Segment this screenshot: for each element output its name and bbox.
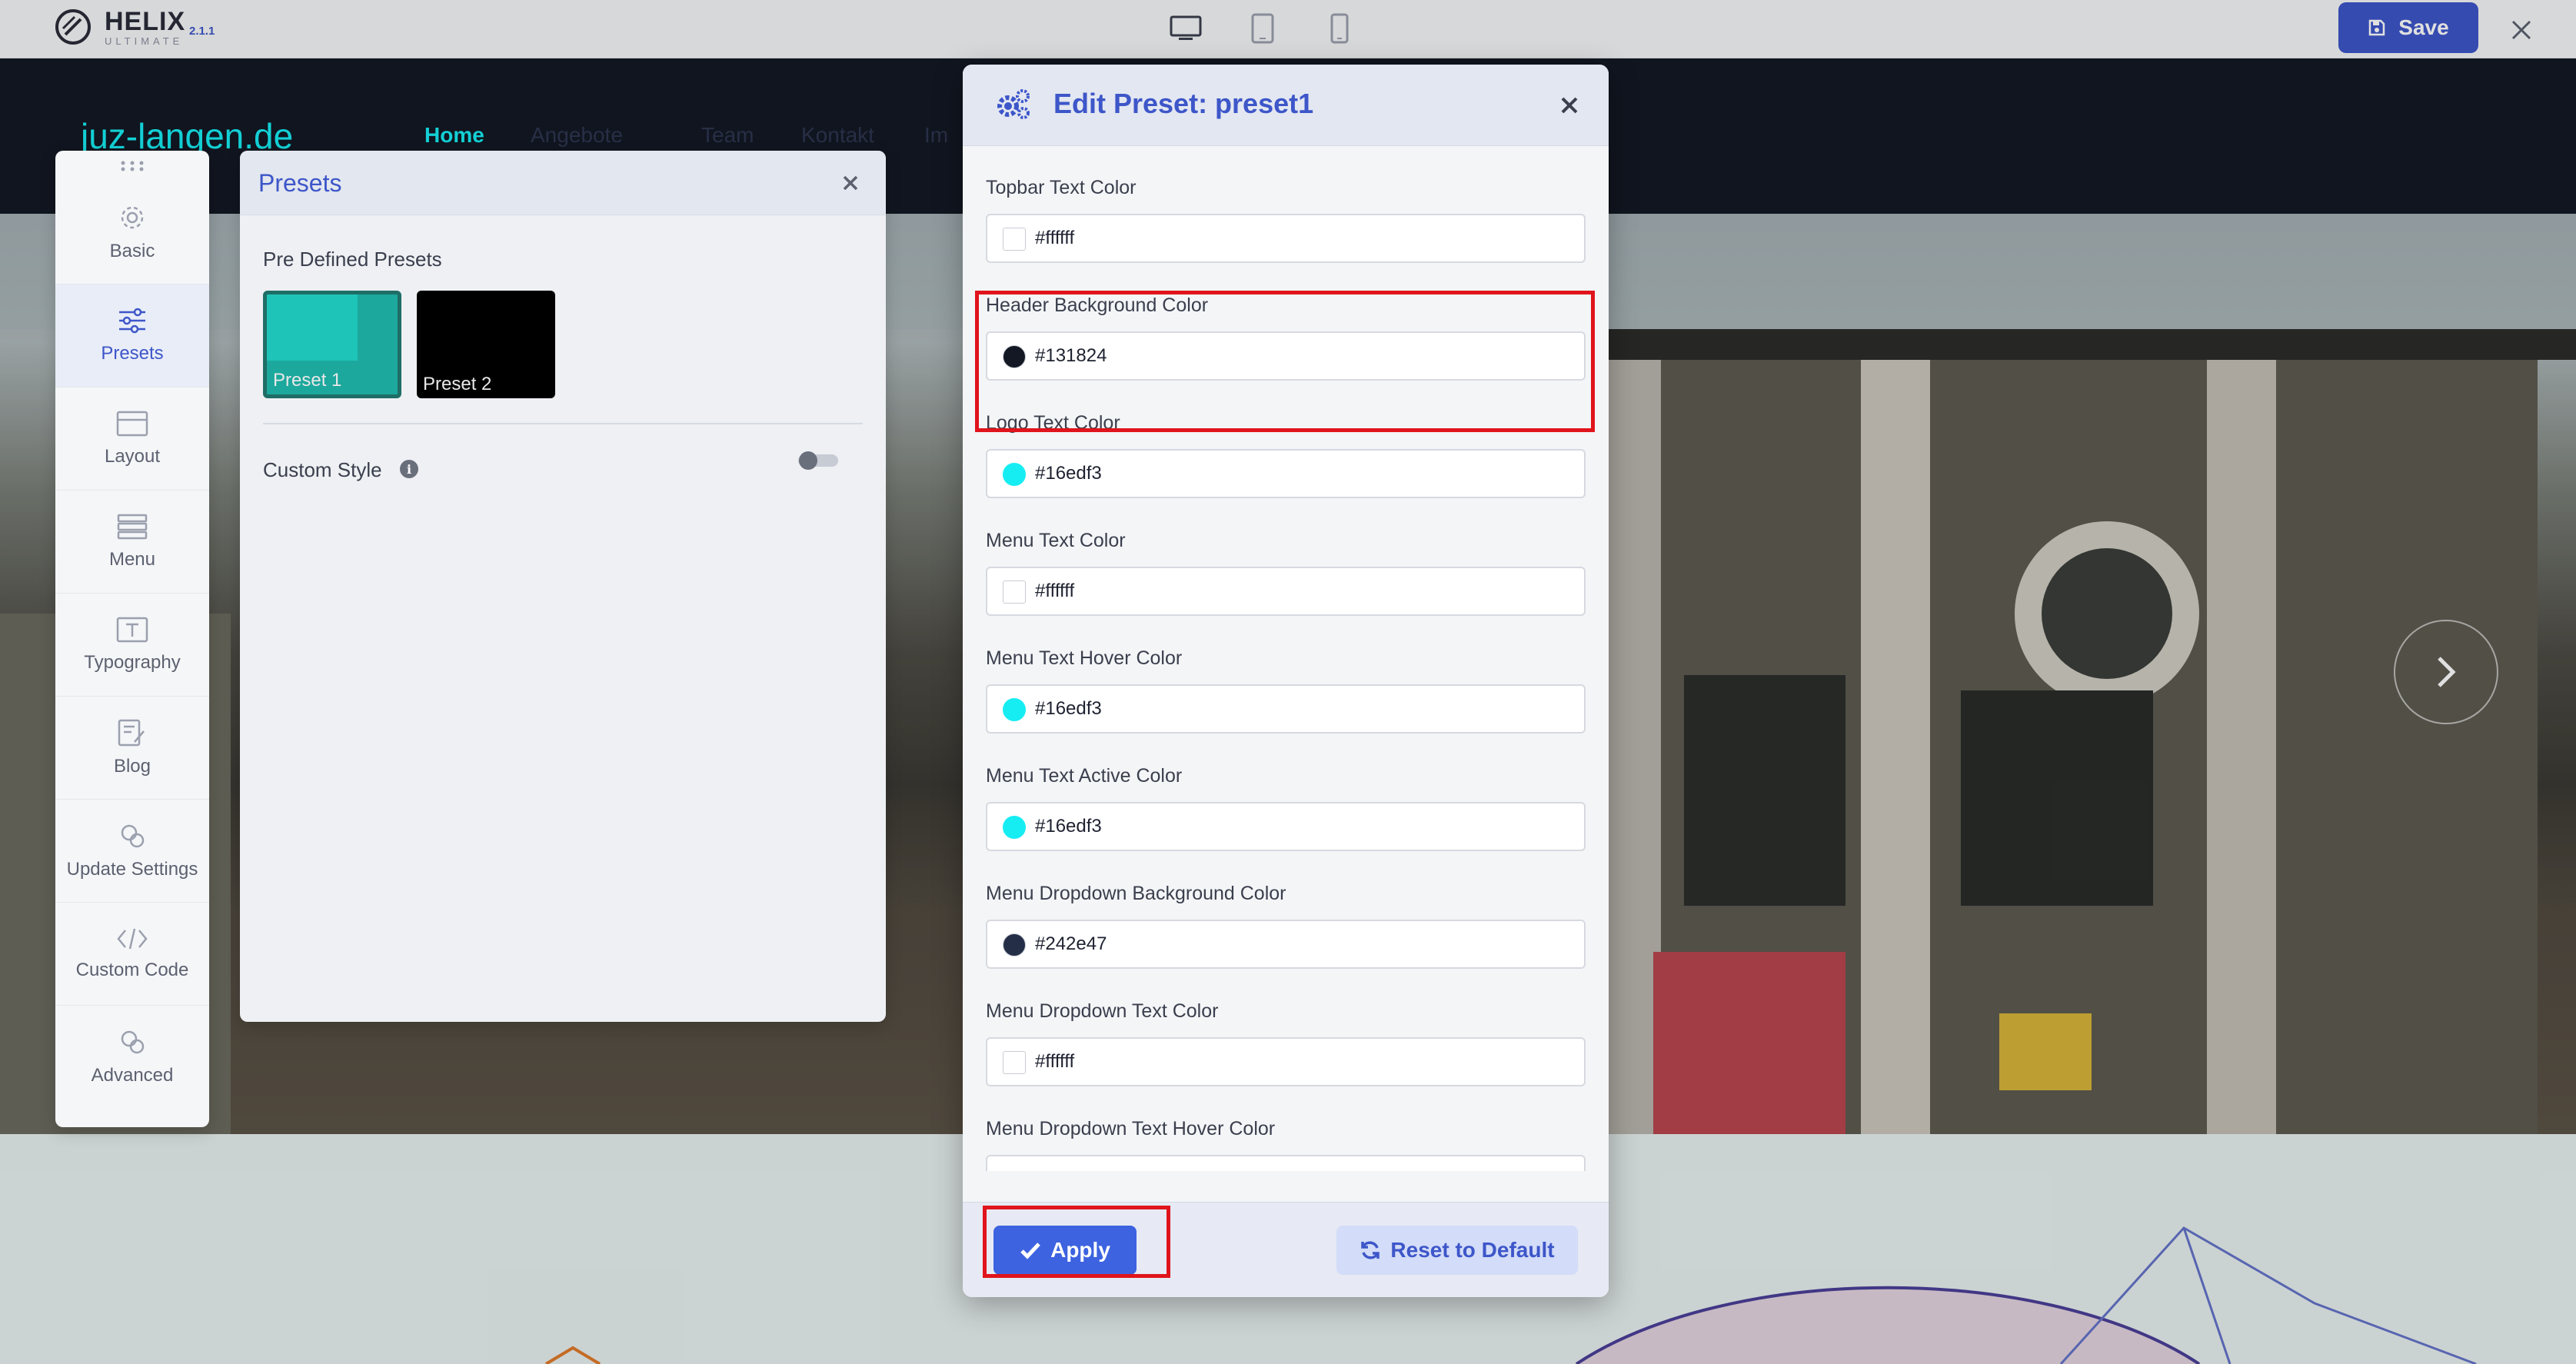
close-icon (842, 175, 859, 191)
presets-divider (263, 423, 863, 424)
sidebar-item-layout[interactable]: Layout (55, 388, 209, 491)
color-value: #16edf3 (1035, 698, 1102, 719)
topbar-text-color-label: Topbar Text Color (986, 177, 1137, 198)
sidebar-item-basic[interactable]: Basic (55, 181, 209, 284)
presets-panel-title: Presets (258, 169, 342, 197)
modal-title: Edit Preset: preset1 (1053, 88, 1314, 119)
advanced-icon (118, 1028, 146, 1056)
gear-icon (118, 204, 146, 231)
color-value: #242e47 (1035, 933, 1107, 954)
color-value: #16edf3 (1035, 463, 1102, 484)
preset-1-thumbnail[interactable]: Preset 1 (263, 291, 401, 398)
sidebar-item-label: Presets (101, 342, 164, 364)
highlight-box-apply (983, 1206, 1170, 1278)
preset-1-color-block (267, 294, 358, 361)
custom-style-label: Custom Style (263, 458, 382, 481)
sidebar-item-label: Blog (113, 755, 151, 777)
color-value: #16edf3 (1035, 816, 1102, 837)
menu-dropdown-text-color-input[interactable]: #ffffff (986, 1037, 1586, 1086)
update-settings-icon (118, 822, 146, 850)
sidebar-item-label: Menu (108, 548, 156, 570)
preset-1-label: Preset 1 (273, 370, 342, 391)
drag-dots-icon (119, 161, 145, 171)
highlight-box-header-background (975, 291, 1595, 432)
menu-dropdown-text-color-label: Menu Dropdown Text Color (986, 1000, 1219, 1022)
sidebar-item-label: Advanced (91, 1065, 174, 1086)
color-swatch[interactable] (1003, 816, 1026, 839)
logo-text-color-input[interactable]: #16edf3 (986, 449, 1586, 498)
sidebar-item-label: Custom Code (75, 959, 189, 980)
close-icon (1560, 96, 1579, 115)
sidebar-item-presets[interactable]: Presets (55, 284, 209, 388)
sidebar-item-label: Layout (104, 445, 161, 467)
menu-dropdown-background-color-label: Menu Dropdown Background Color (986, 883, 1286, 904)
info-icon[interactable]: i (400, 460, 418, 478)
color-value: #ffffff (1035, 1051, 1075, 1072)
menu-text-hover-color-label: Menu Text Hover Color (986, 647, 1183, 669)
typography-icon (116, 617, 148, 643)
sidebar-item-update-settings[interactable]: Update Settings (55, 800, 209, 903)
menu-dropdown-text-hover-color-input[interactable] (986, 1155, 1586, 1171)
color-value: #ffffff (1035, 581, 1075, 601)
color-swatch[interactable] (1003, 933, 1026, 956)
sidebar-item-blog[interactable]: Blog (55, 697, 209, 800)
layout-icon (116, 411, 148, 437)
drag-handle[interactable] (55, 151, 209, 181)
sidebar-item-label: Basic (109, 240, 155, 261)
custom-style-toggle[interactable] (795, 447, 841, 474)
modal-header: Edit Preset: preset1 (963, 65, 1609, 146)
menu-dropdown-text-hover-color-label: Menu Dropdown Text Hover Color (986, 1118, 1276, 1139)
color-swatch[interactable] (1003, 228, 1026, 251)
menu-text-active-color-label: Menu Text Active Color (986, 765, 1183, 787)
blog-icon (118, 719, 147, 747)
refresh-icon (1360, 1239, 1381, 1261)
sidebar-item-menu[interactable]: Menu (55, 491, 209, 594)
menu-dropdown-background-color-input[interactable]: #242e47 (986, 920, 1586, 969)
sidebar-item-advanced[interactable]: Advanced (55, 1006, 209, 1109)
sidebar-item-custom-code[interactable]: Custom Code (55, 903, 209, 1006)
color-swatch[interactable] (1003, 581, 1026, 604)
color-swatch[interactable] (1003, 463, 1026, 486)
color-value: #ffffff (1035, 228, 1075, 248)
gears-icon (995, 88, 1032, 121)
reset-label: Reset to Default (1390, 1238, 1555, 1262)
topbar-text-color-input[interactable]: #ffffff (986, 214, 1586, 263)
presets-panel: Presets Pre Defined Presets Preset 1 Pre… (240, 151, 886, 1022)
sliders-icon (118, 308, 147, 334)
reset-to-default-button[interactable]: Reset to Default (1336, 1226, 1578, 1275)
presets-close-button[interactable] (832, 165, 869, 201)
sidebar-item-label: Typography (84, 651, 181, 673)
menu-text-color-input[interactable]: #ffffff (986, 567, 1586, 616)
menu-icon (117, 514, 148, 540)
sidebar-item-label: Update Settings (66, 858, 198, 880)
preset-2-thumbnail[interactable]: Preset 2 (417, 291, 555, 398)
code-icon (116, 927, 148, 950)
settings-sidebar: Basic Presets Layout Menu Typography Blo… (55, 151, 209, 1127)
color-swatch[interactable] (1003, 1051, 1026, 1074)
edit-preset-modal: Edit Preset: preset1 Topbar Text Color #… (963, 65, 1609, 1297)
predefined-presets-label: Pre Defined Presets (263, 248, 442, 271)
menu-text-active-color-input[interactable]: #16edf3 (986, 802, 1586, 851)
presets-panel-header: Presets (240, 151, 886, 215)
preset-2-label: Preset 2 (423, 374, 492, 394)
color-swatch[interactable] (1003, 698, 1026, 721)
sidebar-item-typography[interactable]: Typography (55, 594, 209, 697)
menu-text-hover-color-input[interactable]: #16edf3 (986, 684, 1586, 734)
menu-text-color-label: Menu Text Color (986, 530, 1126, 551)
modal-close-button[interactable] (1550, 86, 1589, 125)
